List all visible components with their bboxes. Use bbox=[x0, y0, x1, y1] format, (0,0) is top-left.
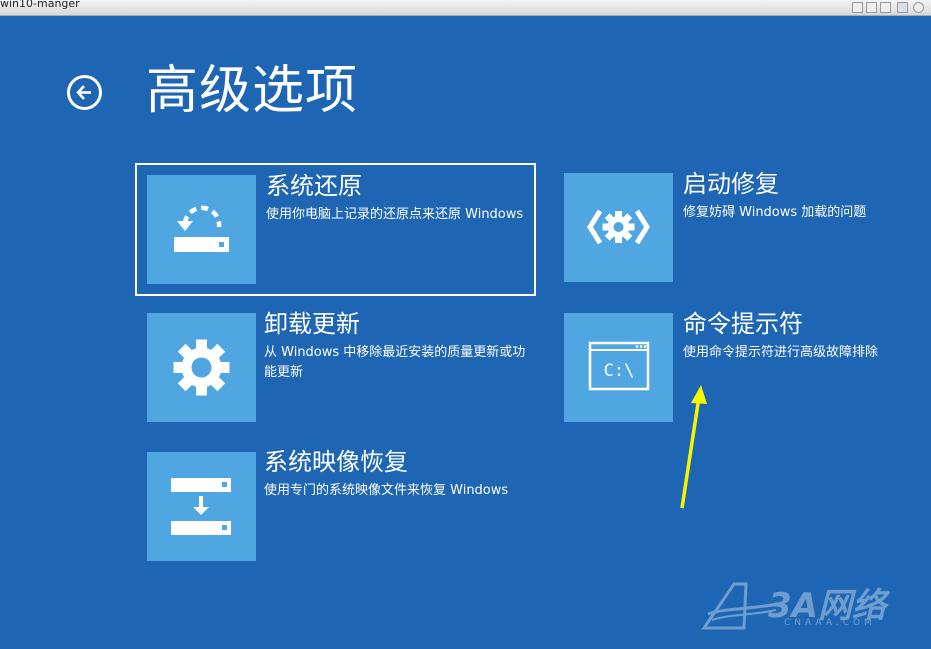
system-image-icon bbox=[171, 478, 231, 535]
option-title: 系统映像恢复 bbox=[264, 448, 408, 476]
option-startup-repair[interactable]: 启动修复 修复妨碍 Windows 加载的问题 bbox=[554, 163, 914, 296]
flag-icon bbox=[897, 2, 908, 13]
page-title: 高级选项 bbox=[146, 61, 359, 121]
option-description: 修复妨碍 Windows 加载的问题 bbox=[683, 205, 867, 220]
minimize-button[interactable] bbox=[852, 2, 863, 13]
option-tile: C:\ bbox=[564, 313, 673, 422]
option-tile bbox=[564, 173, 673, 282]
option-description: 使用命令提示符进行高级故障排除 bbox=[683, 345, 879, 360]
command-prompt-icon-text: C:\ bbox=[604, 361, 635, 381]
watermark: 3A网络 CNAAA.COM bbox=[700, 578, 920, 638]
option-description: 使用你电脑上记录的还原点来还原 Windows bbox=[266, 207, 524, 222]
option-command-prompt[interactable]: C:\ 命令提示符 使用命令提示符进行高级故障排除 bbox=[554, 302, 914, 435]
restore-button[interactable] bbox=[866, 2, 877, 13]
option-title: 命令提示符 bbox=[683, 310, 803, 338]
host-window-titlebar: win10-manger bbox=[0, 0, 931, 16]
advanced-options-screen: 高级选项 系统还原 使用你电脑上记录的还原点来还原 Windows 启动修复 修… bbox=[0, 16, 931, 649]
annotation-arrow bbox=[680, 385, 707, 509]
option-description: 使用专门的系统映像文件来恢复 Windows bbox=[264, 483, 509, 498]
option-tile bbox=[147, 313, 256, 422]
option-title: 系统还原 bbox=[266, 172, 362, 200]
option-tile bbox=[147, 175, 256, 284]
startup-repair-icon bbox=[587, 209, 650, 245]
back-button[interactable] bbox=[67, 75, 102, 110]
command-prompt-icon: C:\ bbox=[588, 341, 650, 391]
option-uninstall-updates[interactable]: 卸载更新 从 Windows 中移除最近安装的质量更新或功能更新 bbox=[135, 302, 536, 435]
settings-icon[interactable] bbox=[913, 2, 924, 13]
system-restore-icon bbox=[174, 205, 229, 252]
option-title: 卸载更新 bbox=[264, 310, 360, 338]
gear-icon bbox=[173, 339, 230, 396]
back-arrow-icon bbox=[76, 85, 91, 100]
window-title: win10-manger bbox=[0, 0, 80, 10]
option-title: 启动修复 bbox=[683, 170, 779, 198]
option-description: 从 Windows 中移除最近安装的质量更新或功能更新 bbox=[264, 345, 526, 380]
maximize-button[interactable] bbox=[880, 2, 891, 13]
option-system-restore[interactable]: 系统还原 使用你电脑上记录的还原点来还原 Windows bbox=[135, 163, 536, 296]
option-tile bbox=[147, 452, 256, 561]
option-system-image-recovery[interactable]: 系统映像恢复 使用专门的系统映像文件来恢复 Windows bbox=[135, 441, 536, 574]
watermark-subtext: CNAAA.COM bbox=[784, 618, 876, 628]
